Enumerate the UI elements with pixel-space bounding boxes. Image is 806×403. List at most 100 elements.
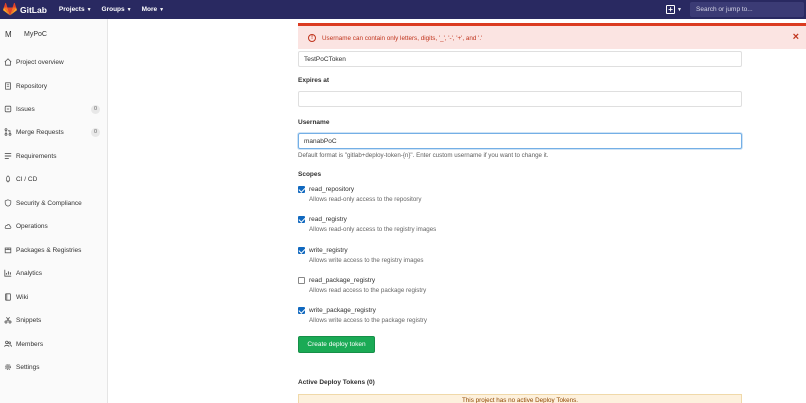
chevron-down-icon: ▼ (677, 6, 682, 13)
plus-square-icon: + (666, 5, 676, 14)
sidebar-item-label: Repository (16, 82, 48, 90)
chevron-down-icon: ▼ (86, 6, 92, 13)
scope-write-package-registry: write_package_registry Allows write acce… (298, 307, 598, 324)
sidebar-item-label: Requirements (16, 152, 57, 160)
scopes-label: Scopes (298, 171, 322, 178)
expires-at-field[interactable] (298, 91, 742, 107)
write-registry-checkbox[interactable] (298, 247, 305, 254)
doc-icon (3, 82, 12, 91)
scope-description: Allows write access to the registry imag… (309, 257, 424, 264)
scissors-icon (3, 316, 12, 325)
expires-at-label: Expires at (298, 77, 330, 84)
cloud-icon (3, 222, 12, 231)
shield-icon (3, 199, 12, 208)
gitlab-home-link[interactable]: GitLab (3, 0, 47, 19)
chart-icon (3, 269, 12, 278)
brand-name: GitLab (20, 4, 47, 15)
scope-description: Allows read-only access to the registry … (309, 226, 437, 233)
scope-name: write_registry (309, 247, 348, 254)
sidebar-item-label: Settings (16, 363, 40, 371)
scope-description: Allows write access to the package regis… (309, 317, 427, 324)
read-package-registry-checkbox[interactable] (298, 277, 305, 284)
new-dropdown-button[interactable]: + ▼ (666, 5, 682, 14)
rocket-icon (3, 175, 12, 184)
sidebar-item-label: Members (16, 340, 44, 348)
chevron-down-icon: ▼ (126, 6, 132, 13)
username-field[interactable]: manabPoC (298, 133, 742, 149)
create-deploy-token-button[interactable]: Create deploy token (298, 336, 375, 353)
sidebar-item-label: Merge Requests (16, 128, 64, 136)
issues-icon (3, 105, 12, 114)
scope-name: read_repository (309, 186, 355, 193)
scope-name: write_package_registry (309, 307, 376, 314)
sidebar-item-requirements[interactable]: Requirements (0, 148, 108, 164)
nav-projects-dropdown[interactable]: Projects ▼ (59, 6, 92, 13)
username-help-text: Default format is "gitlab+deploy-token-{… (298, 152, 549, 159)
issues-count-badge: 0 (91, 104, 100, 114)
scope-name: read_registry (309, 216, 347, 223)
scope-description: Allows read-only access to the repositor… (309, 196, 422, 203)
scope-read-registry: read_registry Allows read-only access to… (298, 216, 598, 233)
scope-name: read_package_registry (309, 277, 376, 284)
sidebar-project-header[interactable]: M MyPoC (0, 19, 107, 50)
search-input[interactable]: Search or jump to... (690, 2, 804, 17)
read-repository-checkbox[interactable] (298, 186, 305, 193)
sidebar-item-label: Security & Compliance (16, 199, 82, 207)
nav-groups-dropdown[interactable]: Groups ▼ (102, 6, 132, 13)
sidebar-item-label: Packages & Registries (16, 246, 82, 254)
main-content: ! Username can contain only letters, dig… (109, 19, 806, 403)
nav-projects-label: Projects (58, 6, 85, 13)
token-name-field[interactable]: TestPoCToken (298, 51, 742, 67)
sidebar-item-label: Issues (16, 105, 35, 113)
chevron-down-icon: ▼ (159, 6, 165, 13)
sidebar-item-operations[interactable]: Operations (0, 218, 108, 234)
sidebar-item-merge-requests[interactable]: Merge Requests 0 (0, 124, 108, 140)
sidebar-item-repository[interactable]: Repository (0, 78, 108, 94)
scope-write-registry: write_registry Allows write access to th… (298, 247, 598, 264)
sidebar-item-packages-registries[interactable]: Packages & Registries (0, 242, 108, 258)
close-icon[interactable]: × (793, 31, 799, 43)
scope-read-package-registry: read_package_registry Allows read access… (298, 277, 598, 294)
sidebar-item-analytics[interactable]: Analytics (0, 265, 108, 281)
scope-description: Allows read access to the package regist… (309, 287, 427, 294)
book-icon (3, 293, 12, 302)
empty-tokens-notice: This project has no active Deploy Tokens… (298, 394, 742, 403)
sidebar-item-ci-cd[interactable]: CI / CD (0, 171, 108, 187)
gitlab-logo-icon (3, 3, 17, 16)
sidebar-item-settings[interactable]: Settings (0, 359, 108, 375)
home-icon (3, 58, 12, 67)
project-name: MyPoC (24, 31, 47, 38)
sidebar-item-label: Snippets (16, 316, 42, 324)
top-navbar: GitLab Projects ▼ Groups ▼ More ▼ + ▼ Se… (0, 0, 806, 19)
package-icon (3, 246, 12, 255)
sidebar-item-wiki[interactable]: Wiki (0, 289, 108, 305)
sidebar-item-label: Project overview (16, 58, 64, 66)
flash-message: Username can contain only letters, digit… (322, 35, 483, 42)
users-icon (3, 340, 12, 349)
sidebar-item-snippets[interactable]: Snippets (0, 312, 108, 328)
sidebar-item-label: Operations (16, 222, 48, 230)
sidebar-item-label: Wiki (16, 293, 29, 301)
error-icon: ! (308, 34, 316, 42)
username-label: Username (298, 119, 330, 126)
project-sidebar: M MyPoC Project overview Repository Issu… (0, 19, 108, 403)
scope-read-repository: read_repository Allows read-only access … (298, 186, 598, 203)
nav-groups-label: Groups (101, 6, 125, 13)
list-icon (3, 152, 12, 161)
sidebar-item-security-compliance[interactable]: Security & Compliance (0, 195, 108, 211)
active-deploy-tokens-title: Active Deploy Tokens (0) (298, 379, 375, 386)
sidebar-item-members[interactable]: Members (0, 336, 108, 352)
read-registry-checkbox[interactable] (298, 216, 305, 223)
nav-right: + ▼ Search or jump to... (666, 0, 806, 19)
merge-icon (3, 128, 12, 137)
nav-more-label: More (141, 6, 158, 13)
flash-alert: ! Username can contain only letters, dig… (298, 23, 806, 49)
merge-requests-count-badge: 0 (91, 127, 100, 137)
sidebar-item-label: CI / CD (16, 175, 38, 183)
sidebar-item-issues[interactable]: Issues 0 (0, 101, 108, 117)
nav-menu: Projects ▼ Groups ▼ More ▼ (59, 6, 164, 13)
sidebar-item-project-overview[interactable]: Project overview (0, 54, 108, 70)
nav-more-dropdown[interactable]: More ▼ (142, 6, 164, 13)
sidebar-item-label: Analytics (16, 269, 43, 277)
write-package-registry-checkbox[interactable] (298, 307, 305, 314)
